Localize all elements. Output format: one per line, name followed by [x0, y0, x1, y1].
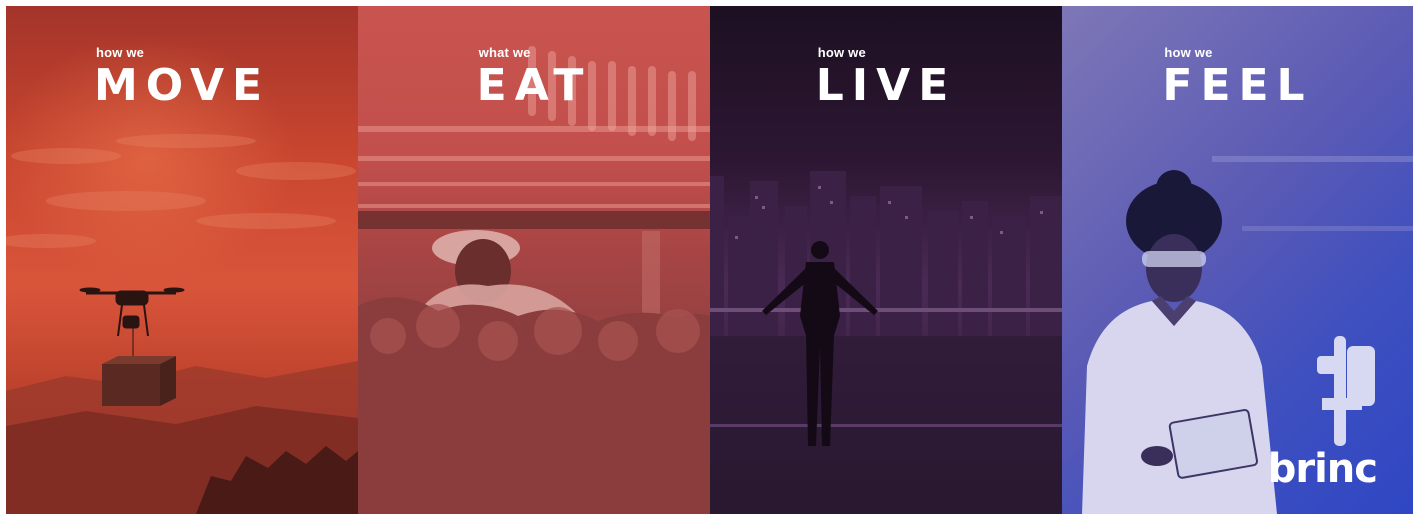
panel-feel: how we FEEL brinc	[1062, 6, 1413, 514]
panel-eyebrow: how we	[95, 45, 145, 60]
panel-eyebrow: how we	[817, 45, 866, 60]
brinc-logo: brinc	[1267, 446, 1378, 492]
panel-feel-label: how we FEEL	[1062, 46, 1413, 108]
panel-eyebrow: what we	[478, 45, 531, 60]
panel-live: how we LIVE	[710, 6, 1062, 514]
panel-eat-label: what we EAT	[358, 46, 710, 108]
panel-headline: MOVE	[93, 60, 271, 111]
panel-headline: LIVE	[815, 60, 957, 111]
panel-eat: what we EAT	[358, 6, 710, 514]
panel-eyebrow: how we	[1164, 45, 1213, 60]
panel-move: how we MOVE	[6, 6, 358, 514]
panel-headline: FEEL	[1162, 60, 1313, 111]
panel-move-label: how we MOVE	[6, 46, 358, 108]
panel-headline: EAT	[476, 60, 592, 111]
panel-live-label: how we LIVE	[710, 46, 1062, 108]
campaign-banner: how we MOVE what we EAT how we LIVE how …	[6, 6, 1413, 514]
